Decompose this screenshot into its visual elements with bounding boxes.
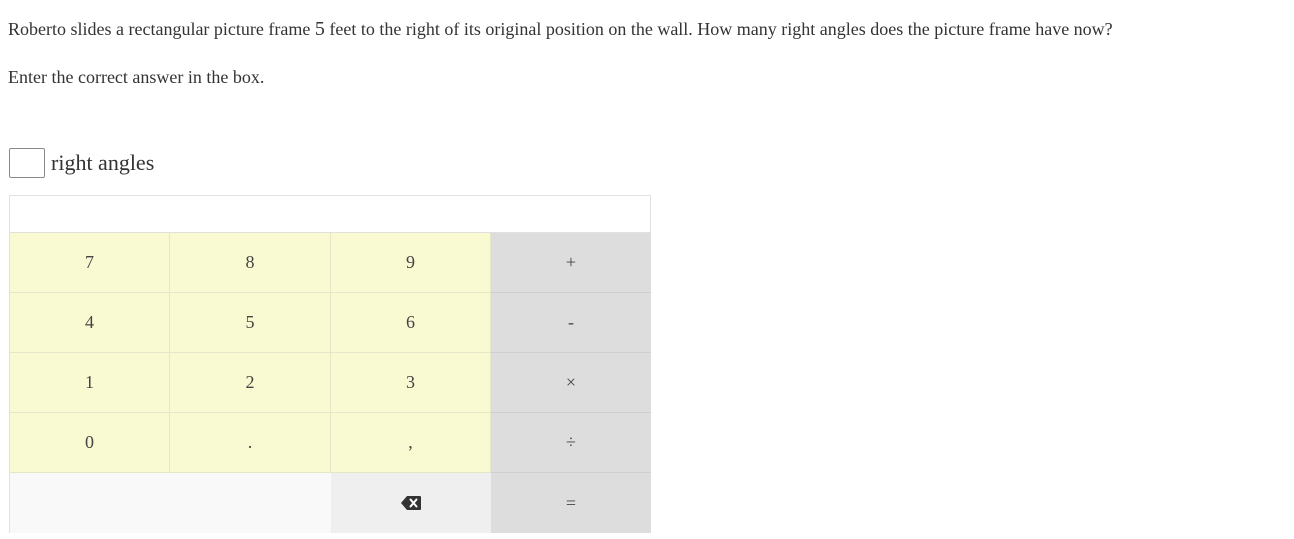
question-text: Roberto slides a rectangular picture fra… (8, 17, 1113, 41)
question-text-after: feet to the right of its original positi… (324, 19, 1113, 39)
key-plus[interactable]: + (491, 233, 651, 293)
key-decimal[interactable]: . (170, 413, 331, 473)
question-text-before: Roberto slides a rectangular picture fra… (8, 19, 315, 39)
backspace-icon (401, 496, 421, 510)
answer-input[interactable] (9, 148, 45, 178)
key-comma[interactable]: , (331, 413, 491, 473)
keypad-display (10, 196, 650, 233)
key-5[interactable]: 5 (170, 293, 331, 353)
key-0[interactable]: 0 (10, 413, 170, 473)
instruction-text: Enter the correct answer in the box. (8, 67, 265, 87)
key-6[interactable]: 6 (331, 293, 491, 353)
question-number: 5 (314, 18, 325, 40)
key-1[interactable]: 1 (10, 353, 170, 413)
key-divide[interactable]: ÷ (491, 413, 651, 473)
key-7[interactable]: 7 (10, 233, 170, 293)
keypad: 7 8 9 + 4 5 6 - 1 2 3 × 0 . , ÷ = (9, 195, 651, 533)
keypad-blank-area (10, 473, 331, 533)
key-3[interactable]: 3 (331, 353, 491, 413)
answer-row: right angles (9, 148, 154, 178)
keypad-grid: 7 8 9 + 4 5 6 - 1 2 3 × 0 . , ÷ = (10, 233, 651, 533)
backspace-button[interactable] (331, 473, 491, 533)
key-2[interactable]: 2 (170, 353, 331, 413)
key-equals[interactable]: = (491, 473, 651, 533)
key-4[interactable]: 4 (10, 293, 170, 353)
key-minus[interactable]: - (491, 293, 651, 353)
key-times[interactable]: × (491, 353, 651, 413)
key-9[interactable]: 9 (331, 233, 491, 293)
answer-suffix: right angles (51, 150, 155, 175)
key-8[interactable]: 8 (170, 233, 331, 293)
